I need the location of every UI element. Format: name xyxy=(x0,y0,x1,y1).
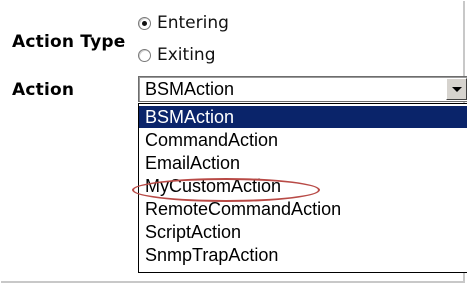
radio-entering[interactable]: Entering xyxy=(138,13,229,33)
option-snmptrapaction[interactable]: SnmpTrapAction xyxy=(139,244,467,266)
radio-button-exiting[interactable] xyxy=(138,48,151,62)
action-select[interactable]: BSMAction xyxy=(138,76,467,102)
action-select-value: BSMAction xyxy=(145,79,235,99)
action-label: Action xyxy=(12,80,75,100)
radio-button-entering[interactable] xyxy=(138,16,151,30)
action-type-label: Action Type xyxy=(12,32,126,52)
annotation-circle xyxy=(132,178,320,202)
dropdown-button[interactable] xyxy=(446,78,467,100)
option-commandaction[interactable]: CommandAction xyxy=(139,129,467,151)
option-scriptaction[interactable]: ScriptAction xyxy=(139,221,467,243)
chevron-down-icon xyxy=(452,87,462,92)
radio-exiting[interactable]: Exiting xyxy=(138,45,215,65)
option-bsmaction[interactable]: BSMAction xyxy=(139,106,467,128)
option-remotecommandaction[interactable]: RemoteCommandAction xyxy=(139,198,467,220)
option-emailaction[interactable]: EmailAction xyxy=(139,152,467,174)
radio-label-exiting: Exiting xyxy=(157,45,216,65)
radio-label-entering: Entering xyxy=(157,13,229,33)
